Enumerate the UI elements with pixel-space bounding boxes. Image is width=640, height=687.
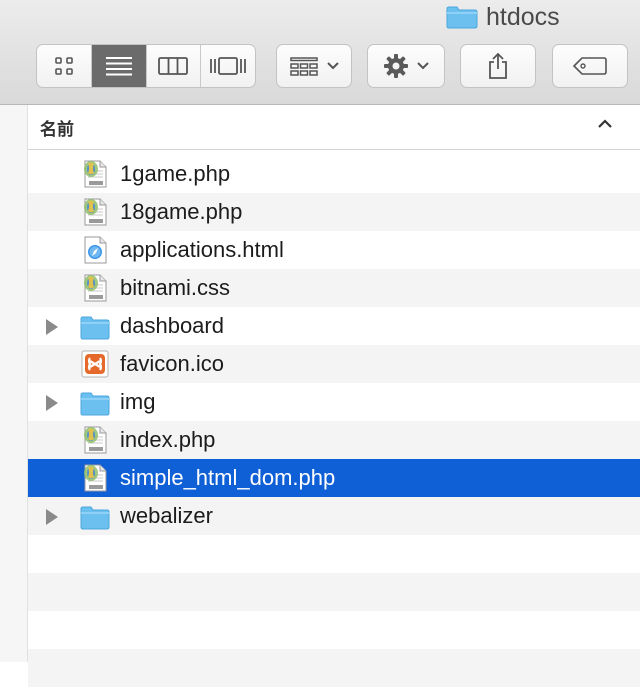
share-icon [489, 52, 507, 79]
file-row[interactable]: webalizer [28, 497, 640, 535]
php-file-icon [80, 159, 110, 189]
icon-view-button[interactable] [37, 45, 92, 87]
empty-row [28, 649, 640, 687]
ico-file-icon [80, 349, 110, 379]
gear-icon [384, 54, 408, 78]
file-row[interactable]: 18game.php [28, 193, 640, 231]
php-file-icon [80, 463, 110, 493]
file-name: index.php [120, 427, 216, 452]
file-row[interactable]: 1game.php [28, 155, 640, 193]
html-file-icon [80, 235, 110, 265]
window-title-text: htdocs [486, 2, 560, 31]
file-name: simple_html_dom.php [120, 465, 336, 490]
folder-icon [80, 311, 110, 341]
action-button[interactable] [367, 44, 445, 88]
file-name: dashboard [120, 313, 224, 338]
chevron-down-icon [417, 62, 429, 70]
disclosure-triangle-icon[interactable] [46, 319, 58, 335]
file-row[interactable]: favicon.ico [28, 345, 640, 383]
file-row[interactable]: img [28, 383, 640, 421]
file-name: favicon.ico [120, 351, 224, 376]
view-mode-control [36, 44, 256, 88]
folder-icon [80, 501, 110, 531]
empty-row [28, 611, 640, 649]
php-file-icon [80, 197, 110, 227]
file-list: 1game.php 18game.php applications.html bitn… [28, 155, 640, 687]
column-view-button[interactable] [147, 45, 202, 87]
file-name: bitnami.css [120, 275, 231, 300]
name-column-header[interactable]: 名前 [28, 105, 640, 150]
chevron-down-icon [327, 62, 339, 70]
columns-icon [158, 57, 189, 75]
window-title: htdocs [446, 2, 560, 32]
file-row[interactable]: applications.html [28, 231, 640, 269]
list-icon [105, 57, 132, 76]
file-row[interactable]: simple_html_dom.php [28, 459, 640, 497]
folder-icon [80, 387, 110, 417]
group-by-button[interactable] [276, 44, 352, 88]
toolbar: htdocs [0, 0, 640, 105]
name-column-label: 名前 [40, 119, 74, 140]
file-row[interactable]: index.php [28, 421, 640, 459]
file-name: 18game.php [120, 199, 243, 224]
folder-icon [446, 6, 478, 29]
file-name: 1game.php [120, 161, 231, 186]
share-button[interactable] [460, 44, 536, 88]
sidebar-edge [0, 105, 28, 662]
tag-icon [572, 57, 607, 75]
gallery-view-button[interactable] [201, 45, 255, 87]
file-name: img [120, 389, 156, 414]
php-file-icon [80, 273, 110, 303]
cover-flow-icon [210, 57, 247, 75]
empty-row [28, 535, 640, 573]
tags-button[interactable] [552, 44, 628, 88]
chevron-up-icon[interactable] [598, 119, 612, 129]
group-by-grid-icon [290, 57, 318, 76]
disclosure-triangle-icon[interactable] [46, 509, 58, 525]
disclosure-triangle-icon[interactable] [46, 395, 58, 411]
grid-icon [55, 57, 73, 75]
php-file-icon [80, 425, 110, 455]
file-name: webalizer [120, 503, 213, 528]
file-row[interactable]: bitnami.css [28, 269, 640, 307]
list-view-button[interactable] [91, 45, 147, 87]
file-name: applications.html [120, 237, 284, 262]
file-row[interactable]: dashboard [28, 307, 640, 345]
empty-row [28, 573, 640, 611]
